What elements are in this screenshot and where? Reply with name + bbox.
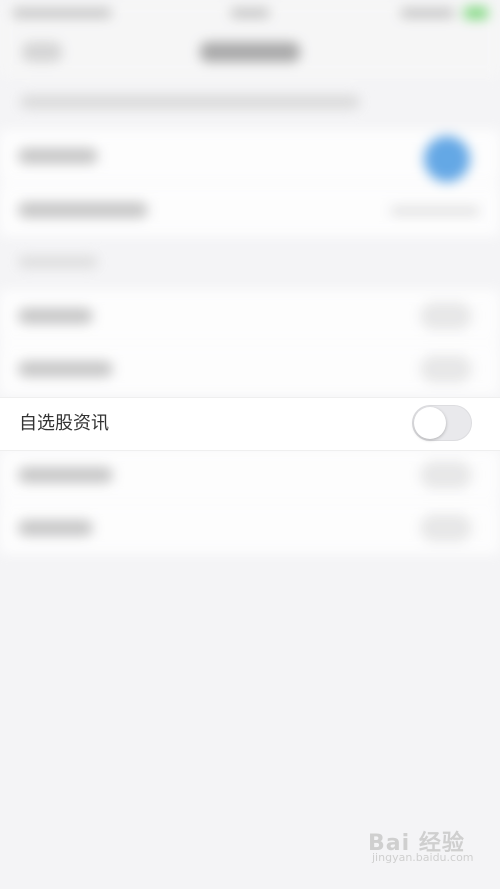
clock <box>230 8 270 18</box>
setting-toggle[interactable] <box>420 461 472 489</box>
setting-label <box>18 467 113 483</box>
battery-icon <box>464 7 488 19</box>
setting-row[interactable] <box>0 449 500 501</box>
page-title <box>200 42 300 62</box>
setting-row[interactable] <box>0 130 500 182</box>
blurred-background <box>0 0 500 560</box>
selected-stock-news-toggle[interactable] <box>412 405 472 441</box>
setting-row[interactable] <box>0 343 500 395</box>
navigation-bar <box>0 28 500 78</box>
setting-value <box>390 206 480 216</box>
hint-text <box>20 95 360 109</box>
watermark-domain: jingyan.baidu.com <box>372 851 474 864</box>
toggle-knob <box>414 407 446 439</box>
setting-row-selected-stock-news[interactable]: 自选股资讯 <box>0 397 500 451</box>
back-button[interactable] <box>22 42 62 62</box>
setting-label <box>18 361 113 377</box>
setting-toggle[interactable] <box>420 355 472 383</box>
setting-label <box>18 308 93 324</box>
setting-label <box>18 148 98 164</box>
setting-row[interactable] <box>0 184 500 236</box>
setting-toggle[interactable] <box>420 302 472 330</box>
carrier-indicator <box>12 8 112 18</box>
battery-percent <box>400 8 455 18</box>
setting-label <box>18 202 148 218</box>
status-bar <box>0 0 500 28</box>
setting-label: 自选股资讯 <box>19 413 109 434</box>
setting-toggle[interactable] <box>424 136 470 182</box>
setting-row[interactable] <box>0 290 500 342</box>
setting-row[interactable] <box>0 502 500 554</box>
section-header <box>18 256 98 268</box>
setting-label <box>18 520 93 536</box>
baidu-jingyan-watermark: Bai 经验 jingyan.baidu.com <box>368 817 478 867</box>
setting-toggle[interactable] <box>420 514 472 542</box>
